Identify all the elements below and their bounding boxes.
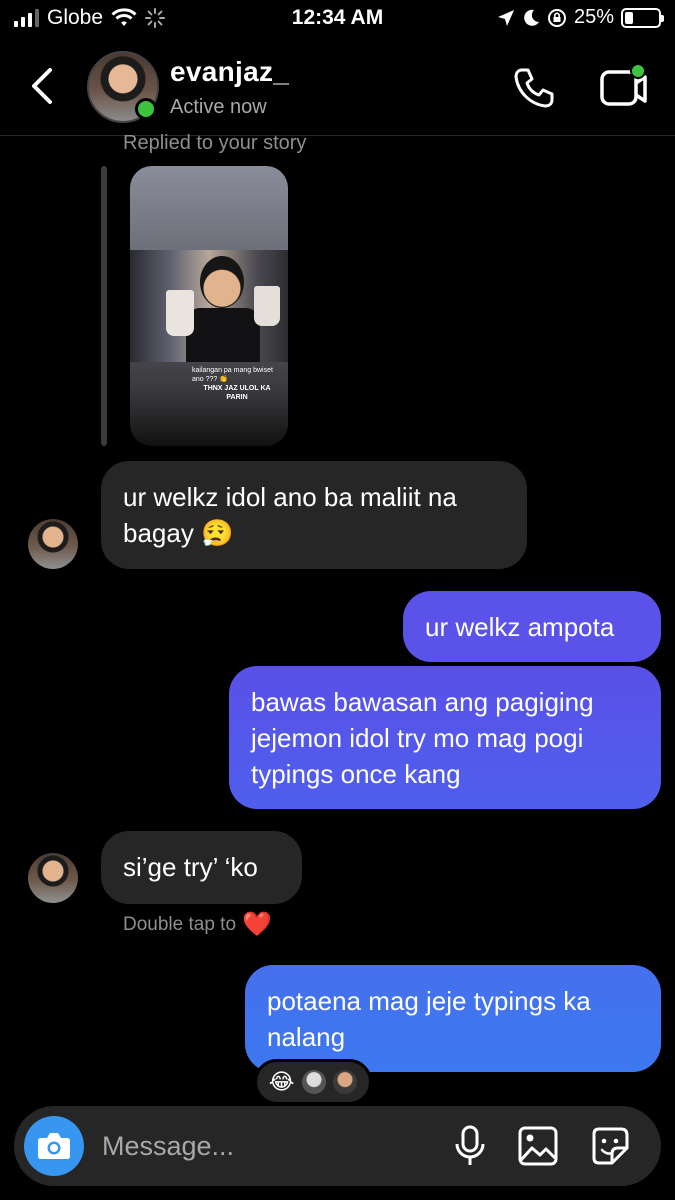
- avatar[interactable]: [28, 853, 78, 903]
- message-input[interactable]: [102, 1126, 442, 1166]
- battery-icon: [621, 7, 664, 28]
- chevron-left-icon[interactable]: [28, 66, 58, 106]
- video-icon[interactable]: [598, 64, 648, 110]
- moon-icon: [524, 9, 539, 26]
- reply-indicator-line: [101, 166, 107, 446]
- heart-icon: ❤️: [242, 911, 272, 938]
- chat-header: evanjaz_ Active now: [0, 40, 675, 136]
- message-composer: [14, 1106, 661, 1186]
- story-caption: kailangan pa mang bwiset ano ??? 👏 THNX …: [192, 367, 273, 401]
- story-photo: [130, 250, 288, 362]
- battery-percent: 25%: [573, 6, 614, 28]
- laughing-emoji-icon: 😂: [268, 1069, 295, 1094]
- contact-active-status: Active now: [170, 96, 267, 118]
- message-bubble-outgoing[interactable]: bawas bawasan ang pagiging jejemon idol …: [229, 666, 661, 809]
- message-bubble-incoming[interactable]: ur welkz idol ano ba maliit na bagay 😮‍💨: [101, 461, 527, 569]
- message-bubble-outgoing[interactable]: potaena mag jeje typings ka nalang: [245, 965, 661, 1072]
- message-bubble-outgoing[interactable]: ur welkz ampota: [403, 591, 661, 662]
- phone-icon[interactable]: [512, 66, 556, 110]
- camera-icon: [38, 1133, 70, 1159]
- story-preview[interactable]: kailangan pa mang bwiset ano ??? 👏 THNX …: [130, 166, 288, 446]
- contact-username[interactable]: evanjaz_: [170, 56, 289, 88]
- reactor-avatar: [301, 1070, 326, 1094]
- avatar[interactable]: [28, 519, 78, 569]
- message-reactions[interactable]: 😂: [254, 1059, 372, 1105]
- location-arrow-icon: [497, 9, 514, 26]
- online-indicator: [135, 98, 157, 120]
- status-bar: Globe 12:34 AM 25%: [0, 0, 675, 40]
- reactor-avatar: [333, 1070, 358, 1094]
- rotation-lock-icon: [547, 8, 566, 27]
- camera-button[interactable]: [24, 1116, 84, 1176]
- microphone-icon[interactable]: [450, 1124, 490, 1168]
- double-tap-hint: Double tap to ❤️: [123, 911, 272, 938]
- image-icon[interactable]: [516, 1124, 560, 1168]
- message-bubble-incoming[interactable]: si’ge try’ ‘ko: [101, 831, 302, 904]
- sticker-icon[interactable]: [588, 1124, 632, 1168]
- replied-to-story-label: Replied to your story: [123, 132, 307, 154]
- status-right: 25%: [497, 6, 664, 29]
